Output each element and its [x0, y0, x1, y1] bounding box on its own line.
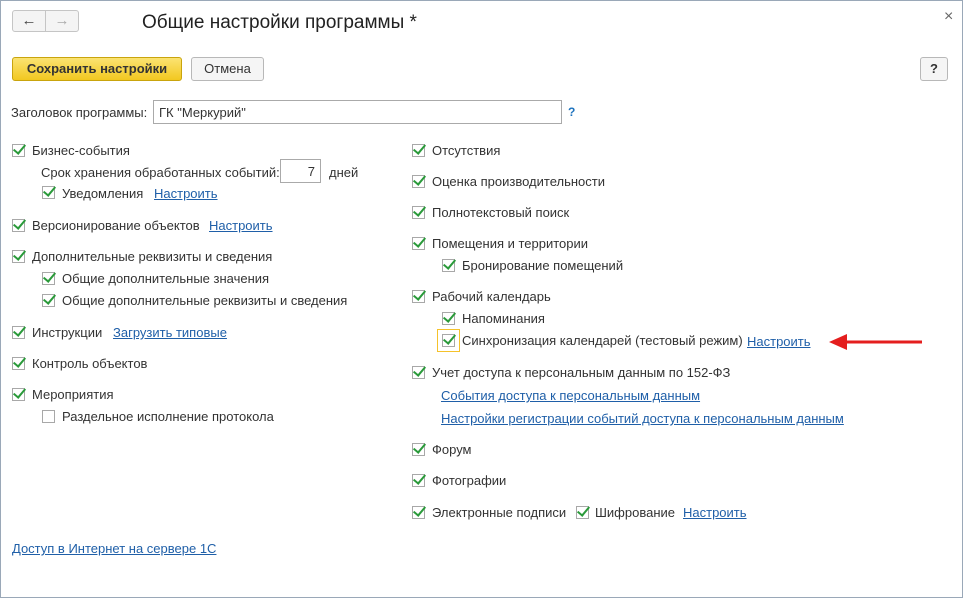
signatures-checkbox[interactable]: [412, 506, 425, 519]
versioning-checkbox[interactable]: [12, 219, 25, 232]
common-props-checkbox[interactable]: [42, 294, 55, 307]
work-calendar-label: Рабочий календарь: [432, 289, 551, 304]
retention-unit: дней: [329, 165, 359, 180]
common-props-label: Общие дополнительные реквизиты и сведени…: [62, 293, 348, 308]
object-control-checkbox[interactable]: [12, 357, 25, 370]
versioning-configure-link[interactable]: Настроить: [209, 218, 273, 233]
premises-label: Помещения и территории: [432, 236, 589, 251]
retention-label: Срок хранения обработанных событий:: [41, 165, 280, 180]
calendar-sync-label: Синхронизация календарей (тестовый режим…: [462, 333, 743, 348]
notifications-checkbox[interactable]: [42, 186, 55, 199]
instructions-checkbox[interactable]: [12, 326, 25, 339]
personal-data-checkbox[interactable]: [412, 366, 425, 379]
cancel-button[interactable]: Отмена: [191, 57, 264, 81]
forum-label: Форум: [432, 442, 472, 457]
object-control-label: Контроль объектов: [32, 356, 148, 371]
extra-props-label: Дополнительные реквизиты и сведения: [32, 249, 273, 264]
internet-access-link[interactable]: Доступ в Интернет на сервере 1С: [12, 541, 216, 556]
page-title: Общие настройки программы *: [142, 12, 417, 33]
retention-days-input[interactable]: [280, 159, 321, 183]
fulltext-label: Полнотекстовый поиск: [432, 205, 570, 220]
program-title-label: Заголовок программы:: [11, 105, 148, 120]
photos-checkbox[interactable]: [412, 474, 425, 487]
performance-checkbox[interactable]: [412, 175, 425, 188]
reminders-checkbox[interactable]: [442, 312, 455, 325]
calendar-sync-checkbox[interactable]: [437, 329, 460, 352]
close-icon[interactable]: ×: [944, 8, 953, 26]
events-label: Мероприятия: [32, 387, 114, 402]
load-standard-link[interactable]: Загрузить типовые: [113, 325, 227, 340]
personal-data-label: Учет доступа к персональным данным по 15…: [432, 365, 731, 380]
photos-label: Фотографии: [432, 473, 507, 488]
business-events-label: Бизнес-события: [32, 143, 130, 158]
booking-checkbox[interactable]: [442, 259, 455, 272]
reminders-label: Напоминания: [462, 311, 545, 326]
help-button[interactable]: ?: [920, 57, 948, 81]
separate-protocol-checkbox[interactable]: [42, 410, 55, 423]
notifications-label: Уведомления: [62, 186, 144, 201]
versioning-label: Версионирование объектов: [32, 218, 200, 233]
calendar-sync-configure-link[interactable]: Настроить: [747, 334, 811, 349]
back-arrow-icon[interactable]: ←: [12, 10, 46, 32]
events-checkbox[interactable]: [12, 388, 25, 401]
instructions-label: Инструкции: [32, 325, 103, 340]
notifications-configure-link[interactable]: Настроить: [154, 186, 218, 201]
performance-label: Оценка производительности: [432, 174, 605, 189]
common-values-label: Общие дополнительные значения: [62, 271, 270, 286]
booking-label: Бронирование помещений: [462, 258, 624, 273]
business-events-checkbox[interactable]: [12, 144, 25, 157]
signatures-configure-link[interactable]: Настроить: [683, 505, 747, 520]
settings-window: ← → Общие настройки программы * × Сохран…: [0, 0, 963, 598]
separate-protocol-label: Раздельное исполнение протокола: [62, 409, 274, 424]
absences-checkbox[interactable]: [412, 144, 425, 157]
premises-checkbox[interactable]: [412, 237, 425, 250]
signatures-label: Электронные подписи: [432, 505, 567, 520]
help-link[interactable]: ?: [568, 105, 575, 119]
red-arrow-icon: [829, 334, 922, 350]
encryption-checkbox[interactable]: [576, 506, 589, 519]
pd-events-link[interactable]: События доступа к персональным данным: [441, 388, 700, 403]
encryption-label: Шифрование: [595, 505, 675, 520]
forum-checkbox[interactable]: [412, 443, 425, 456]
work-calendar-checkbox[interactable]: [412, 290, 425, 303]
common-values-checkbox[interactable]: [42, 272, 55, 285]
pd-settings-link[interactable]: Настройки регистрации событий доступа к …: [441, 411, 844, 426]
extra-props-checkbox[interactable]: [12, 250, 25, 263]
program-title-input[interactable]: [153, 100, 562, 124]
fulltext-checkbox[interactable]: [412, 206, 425, 219]
save-button[interactable]: Сохранить настройки: [12, 57, 182, 81]
absences-label: Отсутствия: [432, 143, 501, 158]
forward-arrow-icon[interactable]: →: [45, 10, 79, 32]
